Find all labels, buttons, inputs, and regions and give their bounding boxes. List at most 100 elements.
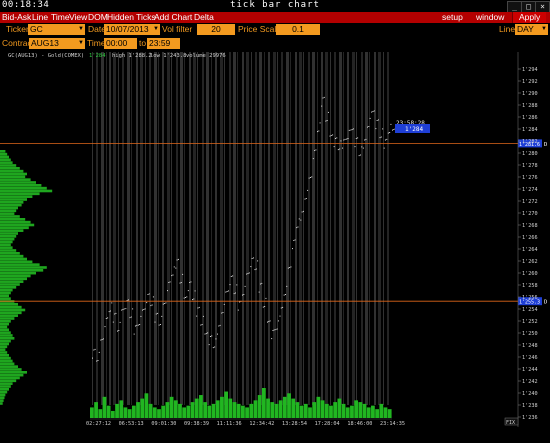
- price-tick: [255, 268, 257, 270]
- time-band: [277, 52, 278, 405]
- menu-add-chart[interactable]: Add Chart: [154, 12, 192, 23]
- volume-bar: [287, 393, 291, 418]
- price-tick: [230, 276, 232, 277]
- profile-bar: [0, 359, 13, 363]
- price-tick: [264, 306, 266, 307]
- line-select[interactable]: DAY ▼: [515, 24, 548, 35]
- price-tick: [207, 332, 209, 334]
- menu-delta[interactable]: Delta: [194, 12, 214, 23]
- line-label: Line: [499, 24, 516, 34]
- price-tick: [326, 120, 328, 121]
- price-tick: [339, 148, 341, 150]
- profile-bar: [0, 212, 15, 215]
- vol-filter-field[interactable]: 20: [197, 24, 235, 35]
- price-tick: [212, 347, 214, 349]
- volume-bar: [178, 403, 182, 418]
- menu-view[interactable]: View: [69, 12, 87, 23]
- price-tick: [107, 317, 109, 319]
- apply-button[interactable]: Apply: [512, 12, 547, 23]
- time-band: [369, 52, 370, 405]
- price-tick: [183, 297, 185, 299]
- menu-window[interactable]: window: [476, 12, 504, 23]
- profile-bar: [0, 325, 8, 329]
- price-tick: [375, 128, 377, 130]
- price-tick: [142, 309, 143, 311]
- price-tick: [254, 269, 256, 271]
- price-tick: [134, 325, 136, 327]
- time-to-label: to: [139, 38, 147, 48]
- y-tick-label: 1'242: [522, 379, 538, 385]
- price-tick: [218, 325, 220, 327]
- volume-bar: [232, 402, 237, 418]
- volume-bar: [203, 402, 208, 418]
- price-tick: [336, 137, 338, 139]
- profile-bar: [0, 334, 13, 337]
- price-tick: [309, 177, 311, 178]
- menu-time[interactable]: Time: [51, 12, 70, 23]
- time-from-field[interactable]: 00:00: [104, 38, 137, 49]
- price-tick: [112, 321, 114, 323]
- volume-bar: [257, 395, 262, 418]
- menu-setup[interactable]: setup: [442, 12, 463, 23]
- price-tick: [372, 111, 374, 112]
- price-tick: [150, 305, 152, 307]
- time-band: [220, 52, 223, 405]
- volume-bar: [98, 409, 103, 418]
- volume-bar: [295, 402, 300, 418]
- y-tick-label: 1'264: [522, 247, 538, 253]
- volume-bar: [90, 407, 94, 418]
- contract-field[interactable]: AUG13 ▼: [29, 38, 85, 49]
- volume-bar: [228, 398, 233, 418]
- price-tick: [257, 260, 259, 262]
- price-tick: [347, 138, 349, 139]
- price-tick: [351, 129, 353, 130]
- x-tick-label: 02:27:12: [86, 421, 111, 427]
- volume-bar: [136, 402, 140, 418]
- volume-bar: [241, 405, 245, 418]
- price-scale-field[interactable]: 0.1: [276, 24, 320, 35]
- price-tick: [140, 315, 142, 317]
- menu-hidden-ticks[interactable]: Hidden Ticks: [107, 12, 156, 23]
- chart-area[interactable]: 1'281.6 D 1'255.3 D 1'236 1'238 1'240 1'242 1'2…: [0, 50, 550, 439]
- price-tick: [114, 313, 116, 315]
- volume-bar: [127, 409, 132, 418]
- price-tick: [100, 339, 102, 341]
- y-tick-label: 1'246: [522, 355, 538, 361]
- price-tick: [312, 158, 314, 160]
- menu-bid-ask[interactable]: Bid-Ask: [2, 12, 31, 23]
- price-tick: [280, 307, 282, 309]
- time-band: [101, 52, 104, 405]
- ticker-field[interactable]: GC ▼: [28, 24, 85, 35]
- date-field[interactable]: 10/07/2013 ▼: [104, 24, 160, 35]
- price-tick: [152, 296, 154, 298]
- price-tick: [250, 266, 252, 268]
- time-band: [286, 52, 289, 405]
- menu-dom[interactable]: DOM: [88, 12, 108, 23]
- menu-line[interactable]: Line: [32, 12, 48, 23]
- profile-bar: [0, 379, 17, 383]
- price-tick: [337, 149, 339, 151]
- profile-bar: [0, 235, 17, 238]
- time-band: [281, 52, 283, 405]
- price-tick: [197, 307, 199, 309]
- profile-bar: [0, 393, 6, 397]
- profile-bar: [0, 342, 9, 346]
- price-tick: [243, 294, 245, 295]
- price-tick: [305, 198, 307, 199]
- price-tick: [115, 312, 117, 314]
- controls-row-2: Contract AUG13 ▼ Time 00:00 to 23:59: [0, 37, 550, 51]
- profile-bar: [0, 356, 11, 360]
- price-tick: [304, 198, 306, 200]
- price-tick: [340, 140, 342, 142]
- price-tick: [267, 321, 268, 323]
- volume-bar: [236, 403, 241, 418]
- price-tick: [284, 294, 286, 295]
- time-to-field[interactable]: 23:59: [147, 38, 180, 49]
- window-title: tick bar chart: [230, 0, 320, 10]
- price-tick: [144, 308, 146, 310]
- time-band: [122, 52, 124, 405]
- volume-bar: [161, 405, 166, 418]
- y-tick-label: 1'236: [522, 415, 538, 421]
- profile-bar: [0, 158, 11, 162]
- tick-chart[interactable]: 1'281.6 D1'255.3 D 1'2361'2381'2401'2421'2…: [0, 50, 550, 439]
